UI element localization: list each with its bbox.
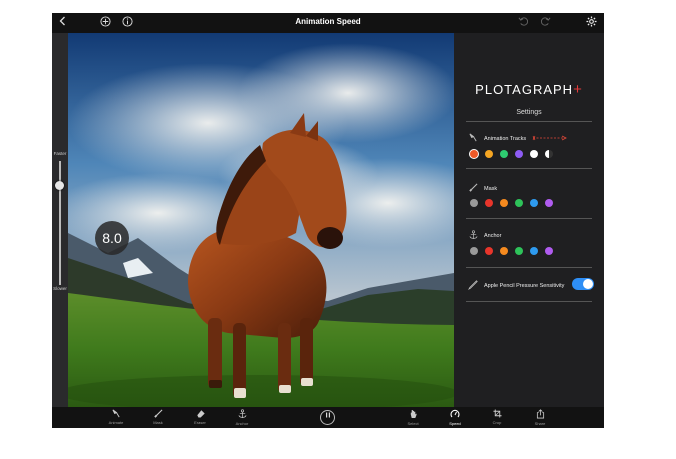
- color-swatch-white[interactable]: [530, 150, 538, 158]
- pause-icon: [325, 412, 330, 418]
- color-swatch-red[interactable]: [485, 199, 493, 207]
- share-icon: [525, 409, 555, 421]
- divider: [466, 121, 592, 122]
- pause-button[interactable]: [320, 410, 335, 425]
- anchor-icon: [227, 409, 257, 421]
- color-swatch-orange-red[interactable]: [470, 150, 478, 158]
- color-swatch-purple[interactable]: [515, 150, 523, 158]
- top-bar: Animation Speed: [52, 13, 604, 33]
- tool-label: Animate: [108, 420, 124, 425]
- anchor-colors: [470, 247, 553, 255]
- mask-label: Mask: [484, 185, 498, 192]
- tool-label: Eraser: [194, 420, 206, 425]
- pencil-icon: [468, 280, 478, 292]
- horse-photo: [68, 33, 454, 407]
- logo-plus: +: [573, 81, 583, 98]
- color-swatch-green[interactable]: [500, 150, 508, 158]
- brush-icon: [143, 409, 173, 420]
- anchor-row: Anchor: [468, 230, 501, 242]
- tool-crop[interactable]: Crop: [482, 409, 512, 426]
- tool-share[interactable]: Share: [525, 409, 555, 427]
- color-swatch-gray[interactable]: [470, 247, 478, 255]
- divider: [466, 218, 592, 219]
- color-swatch-blue[interactable]: [530, 247, 538, 255]
- bottom-toolbar: Animate Mask Eraser Anchor Select Speed …: [52, 407, 604, 428]
- color-swatch-half-dark[interactable]: [545, 150, 553, 158]
- settings-panel: PLOTAGRAPH+ Settings Animation Tracks Ma…: [454, 33, 604, 407]
- color-swatch-orange[interactable]: [500, 199, 508, 207]
- pencil-label: Apple Pencil Pressure Sensitivity: [484, 283, 565, 289]
- color-swatch-violet[interactable]: [545, 247, 553, 255]
- divider: [466, 267, 592, 268]
- crop-icon: [482, 409, 512, 420]
- motion-arrow-icon: [532, 135, 568, 143]
- divider: [466, 168, 592, 169]
- animate-tool-icon: [468, 133, 478, 144]
- toggle-knob: [583, 279, 593, 289]
- tool-label: Share: [534, 421, 546, 426]
- tool-label: Select: [407, 421, 419, 426]
- tool-label: Anchor: [235, 421, 249, 426]
- color-swatch-red[interactable]: [485, 247, 493, 255]
- color-swatch-amber[interactable]: [485, 150, 493, 158]
- settings-gear-icon[interactable]: [584, 16, 598, 30]
- animation-tracks-label: Animation Tracks: [484, 135, 527, 142]
- pencil-pressure-toggle[interactable]: [572, 278, 594, 290]
- settings-heading: Settings: [516, 109, 542, 116]
- redo-icon[interactable]: [538, 16, 552, 30]
- anchor-label: Anchor: [484, 233, 502, 239]
- color-swatch-gray[interactable]: [470, 199, 478, 207]
- slider-track[interactable]: [59, 161, 61, 285]
- anchor-icon: [468, 230, 478, 242]
- pencil-row: Apple Pencil Pressure Sensitivity: [468, 280, 564, 292]
- undo-icon[interactable]: [516, 16, 530, 30]
- animation-tracks-row: Animation Tracks: [468, 133, 568, 144]
- color-swatch-blue[interactable]: [530, 199, 538, 207]
- tool-eraser[interactable]: Eraser: [185, 409, 215, 426]
- color-swatch-green[interactable]: [515, 247, 523, 255]
- slider-top-label: Faster: [53, 151, 67, 156]
- mask-row: Mask: [468, 183, 497, 194]
- brush-icon: [468, 183, 478, 194]
- speed-value-badge: 8.0: [95, 221, 129, 255]
- tool-label: Mask: [153, 420, 163, 425]
- color-swatch-orange[interactable]: [500, 247, 508, 255]
- plotagraph-logo: PLOTAGRAPH+: [454, 81, 604, 98]
- tool-select[interactable]: Select: [398, 409, 428, 427]
- photo-canvas[interactable]: 8.0: [68, 33, 454, 407]
- animation-tracks-colors: [470, 150, 553, 158]
- logo-text: PLOTAGRAPH: [475, 82, 574, 97]
- color-swatch-violet[interactable]: [545, 199, 553, 207]
- color-swatch-green[interactable]: [515, 199, 523, 207]
- speed-slider[interactable]: Faster Slower: [52, 33, 68, 407]
- divider: [466, 301, 592, 302]
- tool-mask[interactable]: Mask: [143, 409, 173, 426]
- mask-colors: [470, 199, 553, 207]
- tool-animate[interactable]: Animate: [101, 409, 131, 426]
- tool-anchor[interactable]: Anchor: [227, 409, 257, 427]
- eraser-icon: [185, 409, 215, 420]
- animate-icon: [101, 409, 131, 420]
- hand-icon: [398, 409, 428, 421]
- app-window: Animation Speed Faster Slower 8.0 PLOTAG…: [52, 13, 604, 428]
- slider-bottom-label: Slower: [53, 286, 67, 291]
- tool-label: Speed: [449, 421, 461, 426]
- tool-label: Crop: [492, 420, 502, 425]
- speed-icon: [440, 409, 470, 421]
- tool-speed[interactable]: Speed: [440, 409, 470, 427]
- slider-thumb[interactable]: [55, 181, 64, 190]
